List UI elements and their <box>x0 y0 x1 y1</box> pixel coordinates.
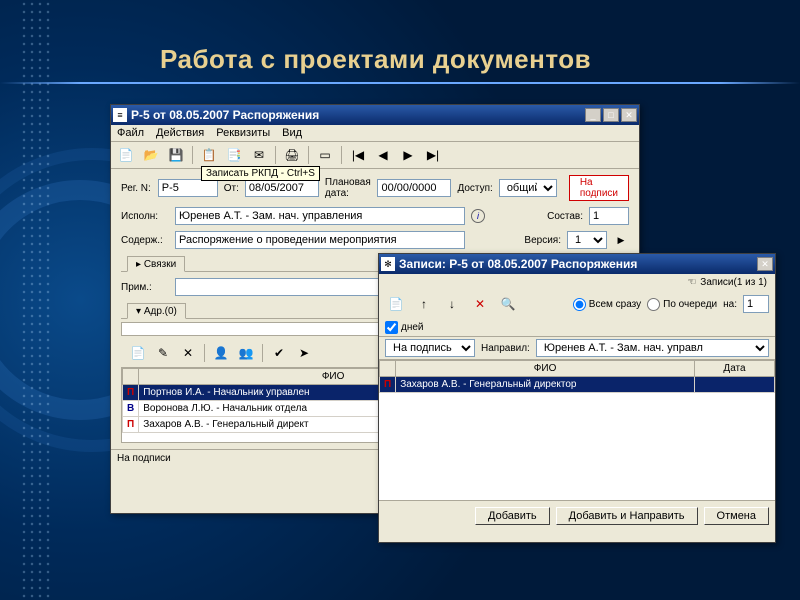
cancel-button[interactable]: Отмена <box>704 507 769 525</box>
access-select[interactable]: общий <box>499 179 557 197</box>
menu-file[interactable]: Файл <box>117 127 144 139</box>
status-button[interactable]: На подписи <box>569 175 629 201</box>
gt-users-icon[interactable]: 👥 <box>235 342 257 364</box>
tb-down-icon[interactable]: ↓ <box>441 293 463 315</box>
versia-nav-icon[interactable]: ▶ <box>613 232 629 248</box>
tab-svyazki[interactable]: ▸ Связки <box>127 256 185 272</box>
plandate-label: Плановая дата: <box>325 177 372 199</box>
first-icon[interactable]: |◀ <box>347 144 369 166</box>
na-label: на: <box>723 299 737 310</box>
napravil-label: Направил: <box>481 343 530 354</box>
app-icon: ✻ <box>381 257 395 271</box>
record-count: Записи(1 из 1) <box>700 277 767 288</box>
menu-reqs[interactable]: Реквизиты <box>216 127 270 139</box>
table-row[interactable]: П Захаров А.В. - Генеральный директор <box>380 377 775 393</box>
app-icon: ≡ <box>113 108 127 122</box>
gt-ok-icon[interactable]: ✔ <box>268 342 290 364</box>
action-select[interactable]: На подпись <box>385 339 475 357</box>
send-icon[interactable]: ✉ <box>248 144 270 166</box>
toolbar: 📄 ↑ ↓ ✕ 🔍 Всем сразу По очереди на: дней <box>379 291 775 337</box>
title-divider <box>0 82 800 84</box>
radio-poo[interactable]: По очереди <box>647 298 717 311</box>
gt-del-icon[interactable]: ✕ <box>177 342 199 364</box>
hand-icon: ☜ <box>687 277 696 288</box>
th-fio: ФИО <box>396 361 695 377</box>
gt-edit-icon[interactable]: ✎ <box>152 342 174 364</box>
info-icon[interactable]: i <box>471 209 485 223</box>
record-count-bar: ☜ Записи(1 из 1) <box>379 274 775 291</box>
card-icon[interactable]: ▭ <box>314 144 336 166</box>
prim-label: Прим.: <box>121 282 169 293</box>
regn-label: Рег. N: <box>121 183 152 194</box>
access-label: Доступ: <box>457 183 492 194</box>
titlebar[interactable]: ✻ Записи: P-5 от 08.05.2007 Распоряжения… <box>379 254 775 274</box>
napravil-select[interactable]: Юренев А.Т. - Зам. нач. управл <box>536 339 769 357</box>
maximize-button[interactable]: □ <box>603 108 619 122</box>
prev-icon[interactable]: ◀ <box>372 144 394 166</box>
add-button[interactable]: Добавить <box>475 507 550 525</box>
toolbar: 📄 📂 💾 📋 📑 ✉ 🖨 ▭ |◀ ◀ ▶ ▶| Записать РКПД … <box>111 142 639 169</box>
menubar: Файл Действия Реквизиты Вид <box>111 125 639 142</box>
sostav-input[interactable] <box>589 207 629 225</box>
slide-title: Работа с проектами документов <box>160 44 591 75</box>
gt-arrow-icon[interactable]: ➤ <box>293 342 315 364</box>
titlebar[interactable]: ≡ P-5 от 08.05.2007 Распоряжения _ □ ✕ <box>111 105 639 125</box>
plandate-input[interactable] <box>377 179 451 197</box>
tb-up-icon[interactable]: ↑ <box>413 293 435 315</box>
add-send-button[interactable]: Добавить и Направить <box>556 507 698 525</box>
sostav-label: Состав: <box>547 211 583 222</box>
na-input[interactable] <box>743 295 769 313</box>
radio-vsem[interactable]: Всем сразу <box>573 298 641 311</box>
soderzh-label: Содерж.: <box>121 235 169 246</box>
tooltip: Записать РКПД - Ctrl+S <box>201 166 320 181</box>
regn-input[interactable] <box>158 179 218 197</box>
next-icon[interactable]: ▶ <box>397 144 419 166</box>
versia-label: Версия: <box>524 235 561 246</box>
close-button[interactable]: ✕ <box>621 108 637 122</box>
ot-label: От: <box>224 183 239 194</box>
open-icon[interactable]: 📂 <box>140 144 162 166</box>
versia-select[interactable]: 1 <box>567 231 607 249</box>
date-input[interactable] <box>245 179 319 197</box>
gt-user-icon[interactable]: 👤 <box>210 342 232 364</box>
window-title: Записи: P-5 от 08.05.2007 Распоряжения <box>399 257 757 271</box>
close-button[interactable]: ✕ <box>757 257 773 271</box>
menu-view[interactable]: Вид <box>282 127 302 139</box>
minimize-button[interactable]: _ <box>585 108 601 122</box>
copy-icon[interactable]: 📑 <box>223 144 245 166</box>
ispol-input[interactable] <box>175 207 465 225</box>
dney-check[interactable]: дней <box>385 321 424 334</box>
tb-del-icon[interactable]: ✕ <box>469 293 491 315</box>
button-row: Добавить Добавить и Направить Отмена <box>379 500 775 531</box>
soderzh-input[interactable] <box>175 231 465 249</box>
menu-actions[interactable]: Действия <box>156 127 204 139</box>
records-table[interactable]: ФИО Дата П Захаров А.В. - Генеральный ди… <box>379 360 775 393</box>
ispol-label: Исполн: <box>121 211 169 222</box>
gt-new-icon[interactable]: 📄 <box>127 342 149 364</box>
records-window: ✻ Записи: P-5 от 08.05.2007 Распоряжения… <box>378 253 776 543</box>
save-icon[interactable]: 💾 <box>165 144 187 166</box>
tb-new-icon[interactable]: 📄 <box>385 293 407 315</box>
write-icon[interactable]: 📋 <box>198 144 220 166</box>
window-title: P-5 от 08.05.2007 Распоряжения <box>131 108 585 122</box>
th-data: Дата <box>695 361 775 377</box>
tb-find-icon[interactable]: 🔍 <box>497 293 519 315</box>
print-icon[interactable]: 🖨 <box>281 144 303 166</box>
tab-adr[interactable]: ▾ Адр.(0) <box>127 303 186 319</box>
new-icon[interactable]: 📄 <box>115 144 137 166</box>
last-icon[interactable]: ▶| <box>422 144 444 166</box>
